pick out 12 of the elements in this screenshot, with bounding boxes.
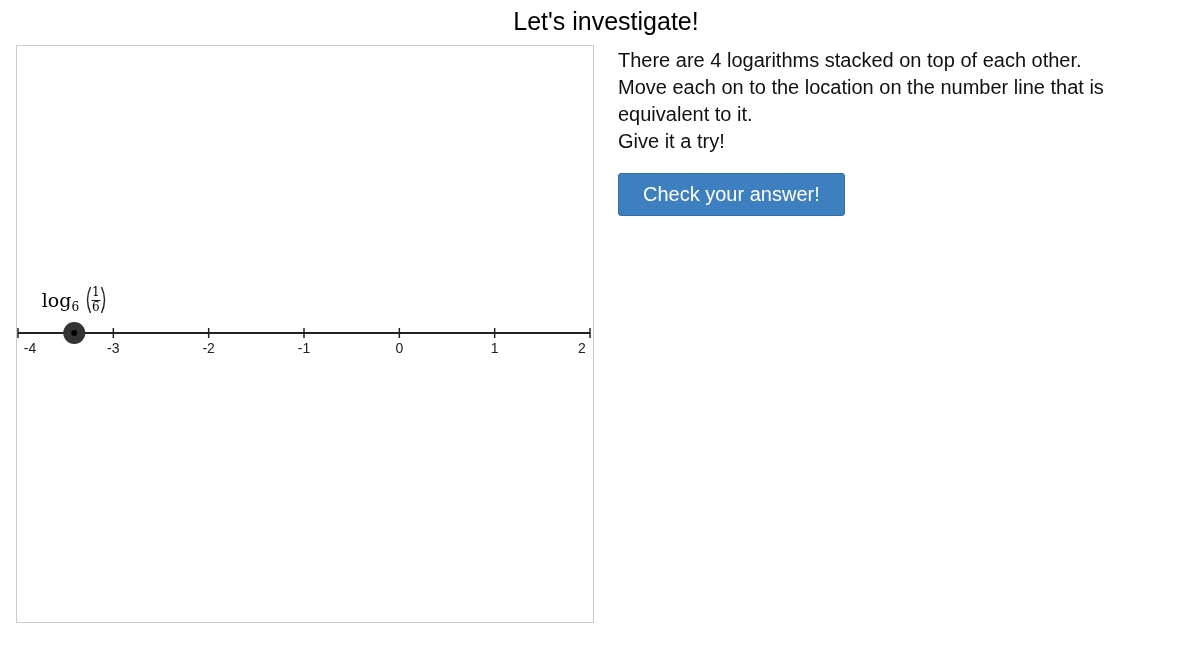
tick-label: 1 [490,340,499,356]
tick-label: -2 [202,340,215,356]
logarithm-label: log$_{6}$ 1 6 [41,286,109,314]
draggable-point[interactable] [63,322,86,344]
tick-label: -4 [23,340,37,356]
tick-label: -1 [297,340,311,356]
instructions-text: There are 4 logarithms stacked on top of each other. Move each on to the location on the number line that is equivalent to it. Give it a try! [618,48,1104,154]
check-answer-button[interactable]: Check your answer! [618,173,845,216]
tick-label: 2 [578,340,586,356]
tick-label: -3 [107,340,120,356]
tick-label: 0 [395,340,404,356]
page-title: Let's investigate! [512,6,700,37]
